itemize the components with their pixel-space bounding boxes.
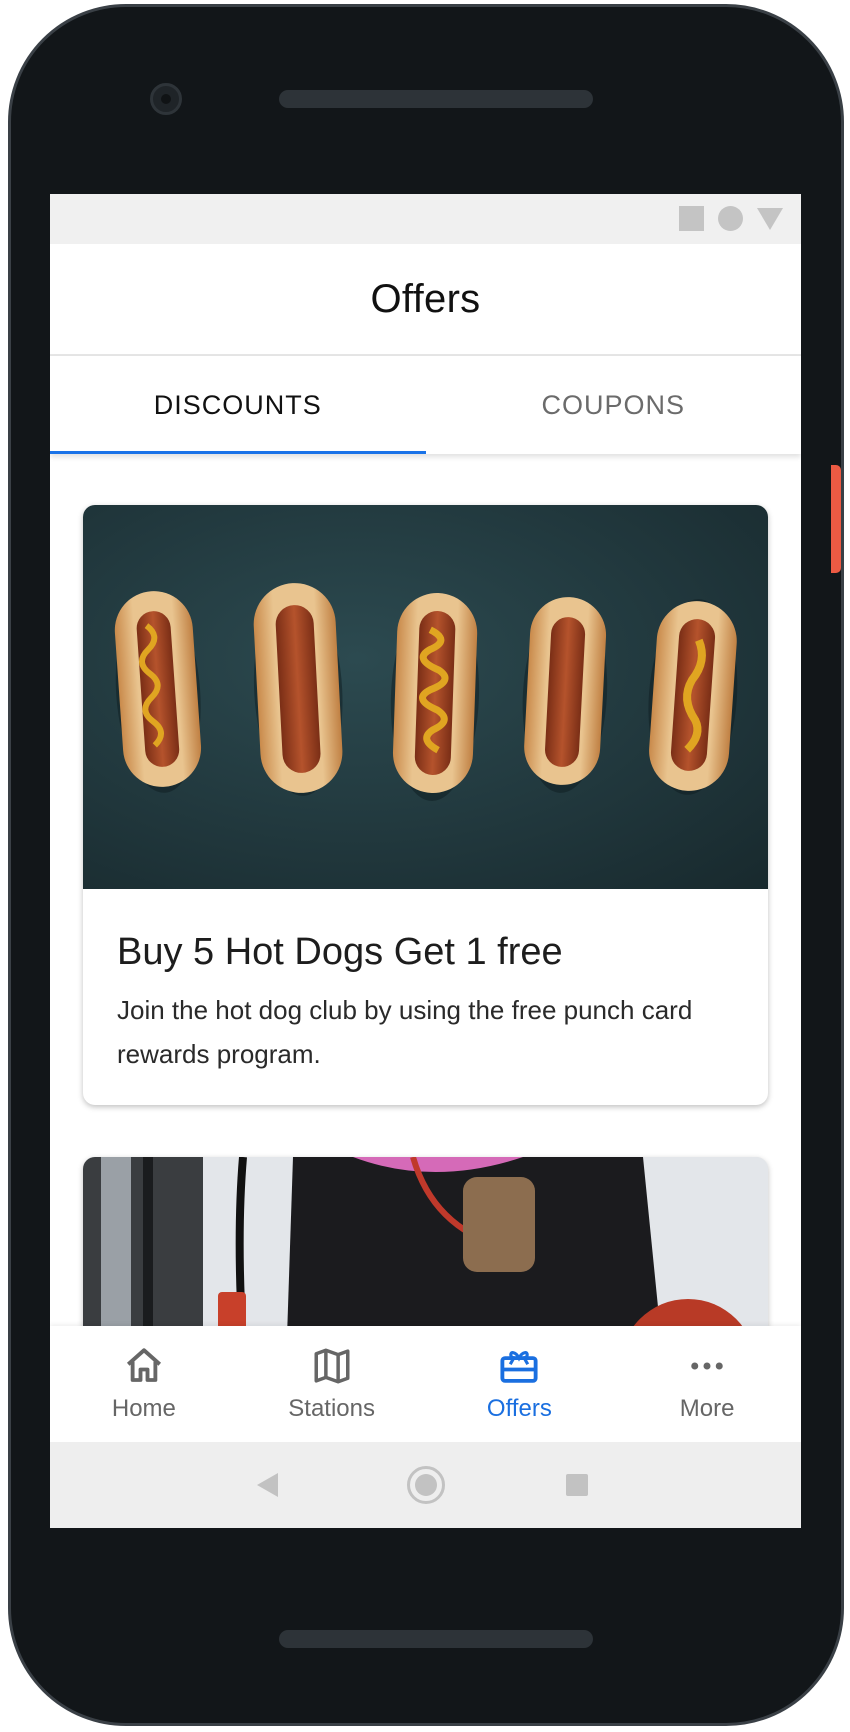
map-icon	[314, 1348, 350, 1384]
recent-apps-icon[interactable]	[566, 1474, 588, 1496]
screen: Offers DISCOUNTS COUPONS Buy 5 Hot Dogs …	[50, 194, 801, 1528]
nav-label-offers: Offers	[486, 1395, 552, 1422]
notification-circle-icon	[718, 206, 743, 231]
nav-label-more: More	[679, 1395, 735, 1422]
power-button	[831, 465, 841, 573]
status-bar	[50, 194, 801, 244]
offers-list: Buy 5 Hot Dogs Get 1 free Join the hot d…	[50, 454, 801, 1334]
nav-label-stations: Stations	[288, 1395, 375, 1422]
nav-item-stations[interactable]: Stations	[238, 1326, 426, 1442]
offer-image	[83, 1157, 768, 1334]
page-title: Offers	[370, 276, 481, 321]
offer-description: Join the hot dog club by using the free …	[117, 995, 693, 1069]
hot-dogs-illustration	[114, 583, 738, 801]
home-icon	[126, 1348, 161, 1382]
offer-card[interactable]: Buy 5 Hot Dogs Get 1 free Join the hot d…	[83, 505, 768, 1105]
nav-item-offers[interactable]: Offers	[426, 1326, 614, 1442]
offer-image	[83, 505, 768, 889]
notification-square-icon	[679, 206, 704, 231]
signal-triangle-icon	[757, 207, 783, 230]
offer-title: Buy 5 Hot Dogs Get 1 free	[117, 931, 563, 973]
tab-coupons[interactable]: COUPONS	[426, 356, 802, 454]
home-button-icon[interactable]	[407, 1466, 445, 1504]
back-icon[interactable]	[257, 1473, 278, 1497]
front-camera	[150, 83, 182, 115]
volume-button	[831, 681, 841, 915]
bottom-speaker	[279, 1630, 593, 1648]
android-nav-bar	[50, 1442, 801, 1528]
more-dots-icon	[691, 1362, 723, 1370]
gift-card-icon	[500, 1351, 538, 1383]
nav-label-home: Home	[111, 1395, 176, 1422]
tab-bar: DISCOUNTS COUPONS	[50, 356, 801, 454]
bottom-nav: Home Stations Offers More	[50, 1326, 801, 1442]
nav-item-more[interactable]: More	[613, 1326, 801, 1442]
app-header: Offers	[50, 244, 801, 356]
tab-discounts[interactable]: DISCOUNTS	[50, 356, 426, 454]
offer-card[interactable]	[83, 1157, 768, 1334]
earpiece-speaker	[279, 90, 593, 108]
nav-item-home[interactable]: Home	[50, 1326, 238, 1442]
